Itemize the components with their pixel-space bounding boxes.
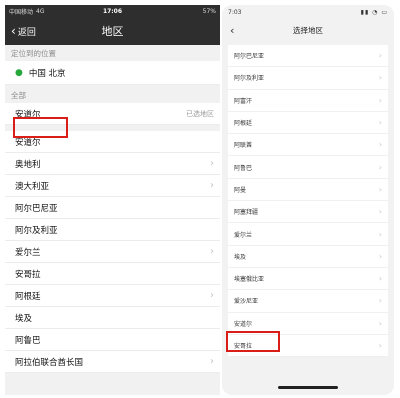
chevron-right-icon: › <box>378 140 382 150</box>
located-location-row[interactable]: ● 中国 北京 <box>5 61 220 85</box>
chevron-right-icon: › <box>210 356 214 367</box>
region-label: 阿鲁巴 <box>234 164 253 172</box>
page-title: 选择地区 <box>293 25 323 35</box>
status-time: 17:06 <box>102 7 123 15</box>
chevron-right-icon: › <box>378 51 382 61</box>
region-row[interactable]: 阿根廷 › <box>5 285 220 307</box>
region-row[interactable]: 阿塞拜疆 › <box>228 201 388 224</box>
status-bar: 中国移动 4G 17:06 57% <box>5 5 220 17</box>
region-label: 阿鲁巴 <box>15 335 41 346</box>
selected-region-note: 已选地区 <box>186 109 214 118</box>
chevron-right-icon: › <box>210 158 214 169</box>
region-row[interactable]: 埃及 › <box>228 246 388 268</box>
region-row[interactable]: 阿尔及利亚 <box>5 219 220 241</box>
back-label: 返回 <box>17 27 36 38</box>
region-label: 爱沙尼亚 <box>234 298 259 306</box>
region-label: 安道尔 <box>234 320 253 328</box>
region-label: 阿塞拜疆 <box>234 209 259 217</box>
region-row[interactable]: 埃及 <box>5 307 220 329</box>
left-phone-screen: 中国移动 4G 17:06 57% ‹ 返回 地区 定位到的位置 ● 中国 北京… <box>5 5 220 395</box>
page-title: 地区 <box>101 25 124 38</box>
region-row[interactable]: 阿拉伯联合酋长国 › <box>5 351 220 373</box>
region-row[interactable]: 阿根廷 › <box>228 112 388 135</box>
chevron-right-icon: › <box>210 246 214 257</box>
nav-bar: ‹ 返回 地区 <box>5 17 220 45</box>
right-phone-screen: 7:03 ▮▮ ◔ ▭ ‹ 选择地区 阿尔巴尼亚 › 阿尔及利亚 › 阿富汗 › 阿根廷 › 阿… <box>222 5 394 395</box>
all-section-header: 全部 <box>11 91 26 100</box>
chevron-right-icon: › <box>378 341 382 350</box>
location-pin-icon: ● <box>15 67 23 78</box>
region-label: 阿尔巴尼亚 <box>15 203 58 214</box>
back-button[interactable]: ‹ 返回 <box>5 24 36 38</box>
chevron-left-icon: ‹ <box>11 24 16 38</box>
highlight-box <box>13 117 68 138</box>
region-row[interactable]: 阿鲁巴 › <box>228 156 388 179</box>
region-row[interactable]: 阿曼 › <box>228 179 388 202</box>
region-label: 阿曼 <box>234 186 247 194</box>
status-icons: ▮▮ ◔ ▭ <box>360 8 388 16</box>
chevron-right-icon: › <box>378 73 382 83</box>
chevron-right-icon: › <box>378 274 382 284</box>
region-label: 奥地利 <box>15 159 41 170</box>
located-section-header: 定位到的位置 <box>11 49 56 58</box>
chevron-right-icon: › <box>378 118 382 128</box>
region-row[interactable]: 埃塞俄比亚 › <box>228 268 388 291</box>
region-label: 埃及 <box>234 253 247 261</box>
region-row[interactable]: 爱尔兰 › <box>228 223 388 246</box>
home-indicator <box>278 386 338 389</box>
region-row[interactable]: 阿联酋 › <box>228 134 388 157</box>
located-location-label: 中国 北京 <box>28 68 66 79</box>
chevron-right-icon: › <box>210 180 214 191</box>
nav-bar: ‹ 选择地区 <box>222 19 394 41</box>
region-list: 阿尔巴尼亚 › 阿尔及利亚 › 阿富汗 › 阿根廷 › 阿联酋 › 阿鲁巴 › 阿曼 › 阿塞拜疆 › 爱尔兰 ›… <box>228 45 388 358</box>
status-time: 7:03 <box>228 8 242 16</box>
chevron-right-icon: › <box>378 207 382 217</box>
highlight-box <box>226 331 280 352</box>
chevron-right-icon: › <box>378 296 382 306</box>
region-row[interactable]: 阿鲁巴 <box>5 329 220 351</box>
chevron-right-icon: › <box>378 229 382 239</box>
chevron-right-icon: › <box>378 184 382 194</box>
region-label: 爱尔兰 <box>15 247 41 258</box>
region-list: 安道尔 奥地利 › 澳大利亚 › 阿尔巴尼亚 阿尔及利亚 爱尔兰 › 安哥拉 阿根廷 › 埃及 阿鲁巴 阿拉… <box>5 131 220 373</box>
region-label: 阿尔巴尼亚 <box>234 53 265 61</box>
region-label: 阿尔及利亚 <box>234 75 265 83</box>
region-label: 澳大利亚 <box>15 181 50 192</box>
chevron-right-icon: › <box>210 290 214 301</box>
region-row[interactable]: 阿尔及利亚 › <box>228 67 388 90</box>
region-row[interactable]: 阿尔巴尼亚 › <box>228 45 388 68</box>
region-label: 阿尔及利亚 <box>15 225 58 236</box>
region-row[interactable]: 阿尔巴尼亚 <box>5 197 220 219</box>
region-label: 埃及 <box>15 313 33 324</box>
chevron-right-icon: › <box>378 318 382 328</box>
region-label: 埃塞俄比亚 <box>234 276 265 284</box>
region-label: 阿拉伯联合酋长国 <box>15 357 84 368</box>
region-row[interactable]: 爱尔兰 › <box>5 241 220 263</box>
region-row[interactable]: 奥地利 › <box>5 153 220 175</box>
region-label: 阿根廷 <box>15 291 41 302</box>
region-label: 阿富汗 <box>234 97 253 105</box>
region-label: 爱尔兰 <box>234 231 253 239</box>
chevron-right-icon: › <box>378 162 382 172</box>
region-row[interactable]: 爱沙尼亚 › <box>228 290 388 313</box>
region-row[interactable]: 阿富汗 › <box>228 90 388 112</box>
region-row[interactable]: 安哥拉 <box>5 263 220 285</box>
region-row[interactable]: 澳大利亚 › <box>5 175 220 197</box>
region-label: 阿联酋 <box>234 142 253 150</box>
chevron-right-icon: › <box>378 251 382 261</box>
region-label: 阿根廷 <box>234 120 253 128</box>
chevron-left-icon[interactable]: ‹ <box>222 24 234 37</box>
chevron-right-icon: › <box>378 95 382 105</box>
status-bar: 7:03 ▮▮ ◔ ▭ <box>222 5 394 19</box>
region-label: 安哥拉 <box>15 269 41 280</box>
